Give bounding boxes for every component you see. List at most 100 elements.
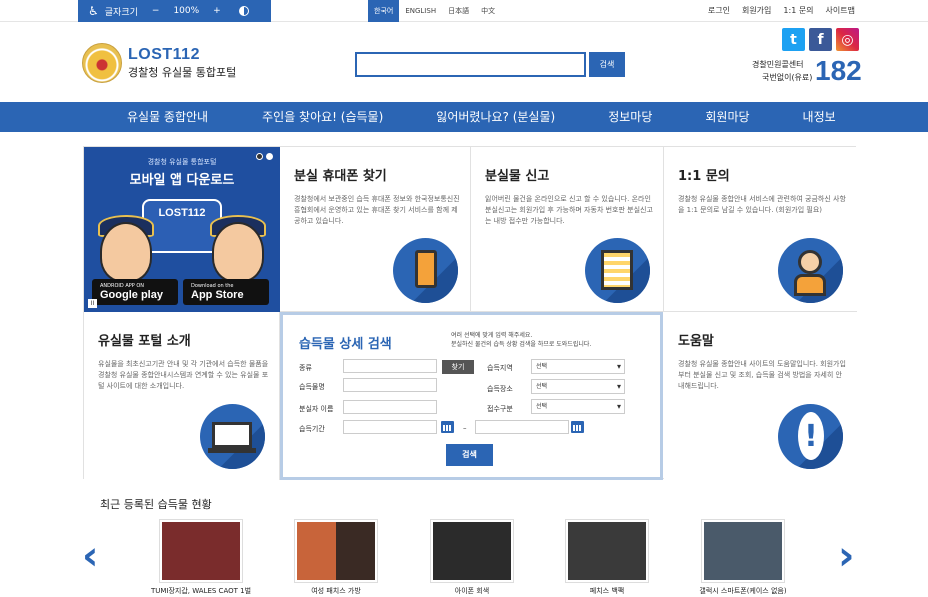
- nav-item-info[interactable]: 정보마당: [608, 102, 652, 132]
- header: LOST112 경찰청 유실물 통합포털 검색 t f ◎ 경찰민원콜센터 국번…: [0, 22, 928, 102]
- card-intro[interactable]: 유실물 포털 소개 유실물을 최초신고기관 안내 및 각 기관에서 습득한 물품…: [84, 312, 280, 480]
- detail-search-button[interactable]: 검색: [446, 444, 493, 466]
- item-name-input[interactable]: [343, 378, 437, 392]
- inquiry-link[interactable]: 1:1 문의: [783, 0, 813, 22]
- font-percent: 100%: [173, 6, 200, 16]
- detail-search-panel: 습득물 상세 검색 여러 선택에 맞게 입력 해주세요. 분실하신 물건의 습득…: [280, 312, 663, 480]
- app-store-button[interactable]: Download on the App Store: [183, 279, 269, 305]
- next-arrow-icon[interactable]: ›: [838, 534, 854, 578]
- calendar-start-icon[interactable]: [441, 421, 454, 433]
- police-mascot-icon: [212, 222, 264, 282]
- social-links: t f ◎: [782, 28, 859, 51]
- login-link[interactable]: 로그인: [708, 0, 730, 22]
- signup-link[interactable]: 회원가입: [742, 0, 771, 22]
- lang-korean[interactable]: 한국어: [368, 0, 400, 22]
- recent-items-title: 최근 등록된 습득물 현황: [100, 498, 212, 511]
- computer-icon: [200, 404, 265, 469]
- card-help[interactable]: 도움말 경찰청 유실물 종합안내 사이트의 도움말입니다. 회원가입부터 분실물…: [664, 312, 857, 480]
- label-item-name: 습득물명: [299, 383, 325, 391]
- find-kind-button[interactable]: 찾기: [442, 360, 474, 374]
- google-play-button[interactable]: ANDROID APP ON Google play: [92, 279, 178, 305]
- label-reception: 접수구분: [487, 405, 513, 413]
- card-report-desc: 잃어버린 물건을 온라인으로 신고 할 수 있습니다. 온라인 분실신고는 회원…: [485, 195, 653, 225]
- contrast-icon[interactable]: [238, 6, 249, 16]
- site-search: 검색: [355, 52, 625, 77]
- search-input[interactable]: [355, 52, 586, 77]
- label-region: 습득지역: [487, 364, 513, 372]
- logo-title: LOST112: [128, 46, 200, 63]
- recent-item-label[interactable]: 페치스 백팩: [537, 586, 677, 596]
- label-kind: 종류: [299, 364, 312, 372]
- sitemap-link[interactable]: 사이트맵: [826, 0, 855, 22]
- callcenter-info: 경찰민원콜센터 국번없이(유료): [752, 58, 812, 84]
- nav-item-myinfo[interactable]: 내정보: [803, 102, 836, 132]
- nav-item-member[interactable]: 회원마당: [705, 102, 749, 132]
- police-mascot-icon: [100, 222, 152, 282]
- banner-title: 모바일 앱 다운로드: [129, 173, 235, 188]
- font-decrease-button[interactable]: −: [152, 6, 160, 16]
- label-period: 습득기간: [299, 425, 325, 433]
- card-help-desc: 경찰청 유실물 종합안내 사이트의 도움말입니다. 회원가입부터 분실물 신고 …: [678, 360, 846, 390]
- card-inquiry-desc: 경찰청 유실물 종합안내 서비스에 관련하여 궁금하신 사항을 1:1 문의로 …: [678, 195, 846, 214]
- recent-item-thumb[interactable]: [701, 519, 785, 583]
- logo-subtitle: 경찰청 유실물 통합포털: [128, 66, 237, 79]
- site-logo[interactable]: LOST112 경찰청 유실물 통합포털: [82, 43, 236, 83]
- card-intro-title: 유실물 포털 소개: [98, 334, 191, 349]
- recent-item-thumb[interactable]: [294, 519, 378, 583]
- font-size-label: 글자크기: [104, 7, 138, 18]
- banner-subtitle: 경찰청 유실물 통합포털: [147, 158, 217, 166]
- card-report[interactable]: 분실물 신고 잃어버린 물건을 온라인으로 신고 할 수 있습니다. 온라인 분…: [471, 147, 664, 312]
- reception-select[interactable]: 선택: [531, 399, 625, 414]
- period-dash: –: [463, 424, 467, 432]
- region-select[interactable]: 선택: [531, 359, 625, 374]
- card-phone-desc: 경찰청에서 보관중인 습득 휴대폰 정보와 한국정보통신진흥협회에서 운영하고 …: [294, 195, 460, 225]
- twitter-icon[interactable]: t: [782, 28, 805, 51]
- kind-input[interactable]: [343, 359, 437, 373]
- card-phone-title: 분실 휴대폰 찾기: [294, 169, 387, 184]
- callcenter-sublabel: 국번없이(유료): [762, 73, 813, 82]
- main-grid: 경찰청 유실물 통합포털 모바일 앱 다운로드 LOST112 ANDROID …: [83, 146, 857, 480]
- lang-chinese[interactable]: 中文: [475, 0, 501, 22]
- search-button[interactable]: 검색: [589, 52, 625, 77]
- top-links: 로그인 회원가입 1:1 문의 사이트맵: [708, 0, 855, 22]
- help-exclamation-icon: !: [778, 404, 843, 469]
- facebook-icon[interactable]: f: [809, 28, 832, 51]
- top-bar: ♿ 글자크기 − 100% + 한국어 ENGLISH 日本語 中文 로그인 회…: [0, 0, 928, 22]
- recent-item-label[interactable]: 아이폰 회색: [402, 586, 542, 596]
- card-phone[interactable]: 분실 휴대폰 찾기 경찰청에서 보관중인 습득 휴대폰 정보와 한국정보통신진흥…: [280, 147, 471, 312]
- card-report-title: 분실물 신고: [485, 169, 550, 184]
- lang-english[interactable]: ENGLISH: [399, 0, 442, 22]
- recent-item-thumb[interactable]: [159, 519, 243, 583]
- card-inquiry[interactable]: 1:1 문의 경찰청 유실물 종합안내 서비스에 관련하여 궁금하신 사항을 1…: [664, 147, 857, 312]
- instagram-icon[interactable]: ◎: [836, 28, 859, 51]
- owner-name-input[interactable]: [343, 400, 437, 414]
- recent-item-label[interactable]: 여성 패치스 가방: [266, 586, 406, 596]
- nav-item-found[interactable]: 주인을 찾아요! (습득물): [262, 102, 383, 132]
- language-selector: 한국어 ENGLISH 日本語 中文: [368, 0, 501, 22]
- detail-search-title: 습득물 상세 검색: [299, 337, 392, 352]
- calendar-end-icon[interactable]: [571, 421, 584, 433]
- main-nav: 유실물 종합안내 주인을 찾아요! (습득물) 잃어버렸나요? (분실물) 정보…: [0, 102, 928, 132]
- callcenter-number: 182: [815, 55, 862, 86]
- detail-search-hint: 여러 선택에 맞게 입력 해주세요. 분실하신 물건의 습득 상황 검색을 하므…: [451, 332, 592, 348]
- nav-item-lost[interactable]: 잃어버렸나요? (분실물): [436, 102, 555, 132]
- recent-item-thumb[interactable]: [430, 519, 514, 583]
- period-end-input[interactable]: [475, 420, 569, 434]
- callcenter-label: 경찰민원콜센터: [752, 60, 804, 69]
- card-intro-desc: 유실물을 최초신고기관 안내 및 각 기관에서 습득한 물품을 경찰청 유실물 …: [98, 360, 269, 390]
- lang-japanese[interactable]: 日本語: [442, 0, 475, 22]
- place-select[interactable]: 선택: [531, 379, 625, 394]
- nav-item-guide[interactable]: 유실물 종합안내: [127, 102, 208, 132]
- period-start-input[interactable]: [343, 420, 437, 434]
- banner-pause-button[interactable]: II: [88, 299, 97, 308]
- card-help-title: 도움말: [678, 334, 714, 349]
- accessibility-bar: ♿ 글자크기 − 100% +: [78, 0, 271, 22]
- label-owner-name: 분실자 이름: [299, 405, 334, 413]
- font-increase-button[interactable]: +: [213, 6, 221, 16]
- card-inquiry-title: 1:1 문의: [678, 169, 730, 184]
- recent-item-label[interactable]: TUMI장지갑, WALES CAOT 1벌: [131, 586, 271, 596]
- prev-arrow-icon[interactable]: ‹: [82, 534, 98, 578]
- app-download-banner[interactable]: 경찰청 유실물 통합포털 모바일 앱 다운로드 LOST112 ANDROID …: [84, 147, 280, 312]
- recent-item-thumb[interactable]: [565, 519, 649, 583]
- recent-item-label[interactable]: 갤럭시 스마트폰(케이스 없음): [673, 586, 813, 596]
